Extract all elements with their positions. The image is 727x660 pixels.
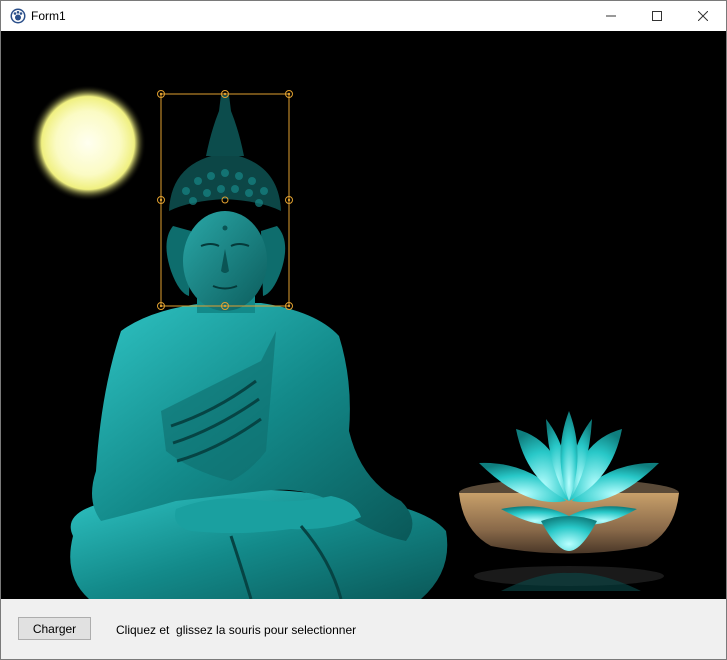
- image-canvas[interactable]: [1, 31, 726, 599]
- moon-graphic: [30, 85, 146, 201]
- window-title: Form1: [31, 9, 66, 23]
- close-icon: [698, 11, 708, 21]
- app-icon: [10, 8, 26, 24]
- load-button[interactable]: Charger: [18, 617, 91, 640]
- maximize-icon: [652, 11, 662, 21]
- minimize-button[interactable]: [588, 1, 634, 31]
- hint-label: Cliquez et glissez la souris pour select…: [116, 623, 357, 637]
- app-window: Form1 Charger Cliquez et glissez la sour…: [0, 0, 727, 660]
- bottom-panel: Charger Cliquez et glissez la souris pou…: [1, 599, 726, 659]
- maximize-button[interactable]: [634, 1, 680, 31]
- minimize-icon: [606, 15, 616, 17]
- buddha-image: [1, 31, 726, 599]
- title-bar[interactable]: Form1: [1, 1, 726, 31]
- close-button[interactable]: [680, 1, 726, 31]
